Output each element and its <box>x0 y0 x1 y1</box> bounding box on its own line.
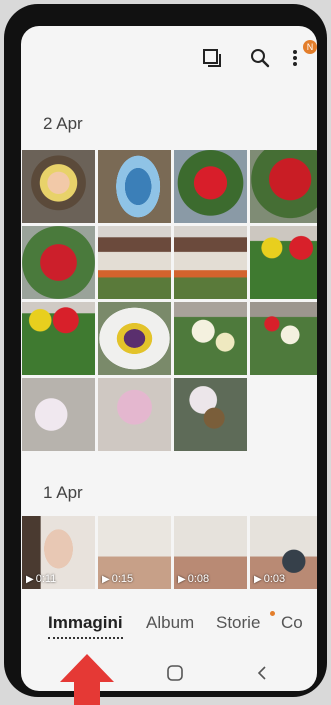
search-icon[interactable] <box>248 46 272 70</box>
photo-thumbnail[interactable] <box>174 302 247 375</box>
photo-thumbnail[interactable] <box>250 226 317 299</box>
more-icon[interactable]: N <box>283 40 317 70</box>
section-date: 1 Apr <box>43 483 83 502</box>
tab-storie[interactable]: Storie <box>216 613 260 633</box>
photo-thumbnail[interactable] <box>22 378 95 451</box>
photo-thumbnail[interactable] <box>250 302 317 375</box>
annotation-arrow-icon <box>60 654 114 705</box>
tab-immagini[interactable]: Immagini <box>48 613 123 639</box>
photo-thumbnail[interactable] <box>22 302 95 375</box>
back-icon[interactable] <box>253 663 273 683</box>
tab-community[interactable]: Co <box>281 613 303 633</box>
notification-badge: N <box>303 40 317 54</box>
home-icon[interactable] <box>165 663 185 683</box>
video-duration: ▶ 0:03 <box>254 573 286 585</box>
video-duration: ▶ 0:08 <box>178 573 210 585</box>
video-thumbnail[interactable]: ▶ 0:15 <box>98 516 171 589</box>
photo-thumbnail[interactable] <box>98 378 171 451</box>
top-bar: N <box>21 26 317 86</box>
video-thumbnail[interactable]: ▶ 0:08 <box>174 516 247 589</box>
select-icon[interactable] <box>200 46 224 70</box>
photo-thumbnail[interactable] <box>174 378 247 451</box>
play-icon: ▶ <box>26 574 34 585</box>
play-icon: ▶ <box>178 574 186 585</box>
photo-thumbnail[interactable] <box>98 302 171 375</box>
photo-thumbnail[interactable] <box>250 150 317 223</box>
video-duration: ▶ 0:15 <box>102 573 134 585</box>
photo-thumbnail[interactable] <box>98 150 171 223</box>
play-icon: ▶ <box>102 574 110 585</box>
video-thumbnail[interactable]: ▶ 0:03 <box>250 516 317 589</box>
phone-frame: N 2 Apr 1 Apr ▶ 0:11 ▶ 0:15 ▶ 0:08 ▶ 0:0… <box>4 4 327 705</box>
video-duration: ▶ 0:11 <box>26 573 57 585</box>
photo-thumbnail[interactable] <box>174 226 247 299</box>
photo-thumbnail[interactable] <box>174 150 247 223</box>
photo-thumbnail[interactable] <box>22 226 95 299</box>
bottom-tabs: Immagini Album Storie Co <box>21 611 317 649</box>
photo-thumbnail[interactable] <box>22 150 95 223</box>
section-date: 2 Apr <box>43 114 83 133</box>
tab-album[interactable]: Album <box>146 613 194 633</box>
play-icon: ▶ <box>254 574 262 585</box>
photo-thumbnail[interactable] <box>98 226 171 299</box>
video-thumbnail[interactable]: ▶ 0:11 <box>22 516 95 589</box>
gallery-screen: N 2 Apr 1 Apr ▶ 0:11 ▶ 0:15 ▶ 0:08 ▶ 0:0… <box>21 26 317 691</box>
tab-storie-dot <box>270 611 275 616</box>
